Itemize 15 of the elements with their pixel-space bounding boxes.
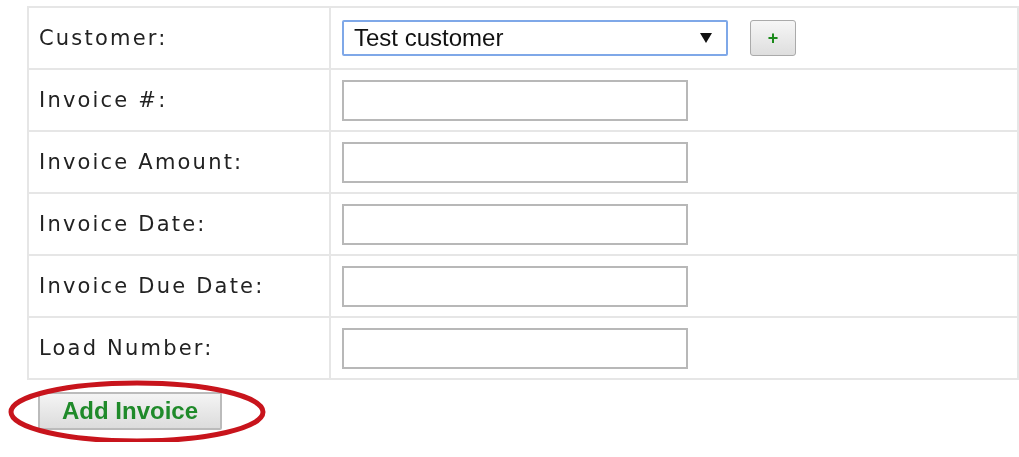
- field-label: Load Number:: [28, 317, 330, 379]
- field-label: Customer:: [28, 7, 330, 69]
- input-field[interactable]: [342, 79, 688, 121]
- input-field[interactable]: [342, 327, 688, 369]
- field-label: Invoice #:: [28, 69, 330, 131]
- input-field[interactable]: [342, 141, 688, 183]
- field-label: Invoice Due Date:: [28, 255, 330, 317]
- input-field[interactable]: [342, 203, 688, 245]
- caret-icon: [700, 33, 712, 43]
- add-invoice-button[interactable]: Add Invoice: [38, 392, 222, 430]
- field-label: Invoice Date:: [28, 193, 330, 255]
- customer-dropdown[interactable]: Test customer: [342, 20, 728, 56]
- field-label: Invoice Amount:: [28, 131, 330, 193]
- input-field[interactable]: [342, 265, 688, 307]
- add-customer-button[interactable]: +: [750, 20, 796, 56]
